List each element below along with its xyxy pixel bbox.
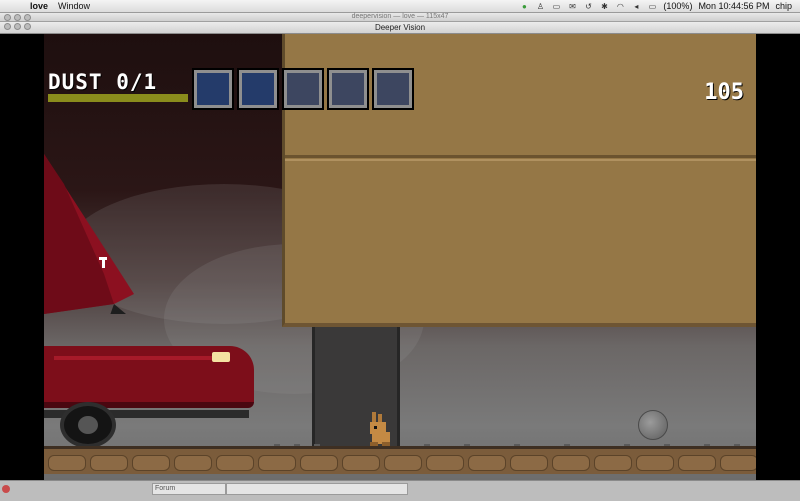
close-button[interactable]	[4, 14, 11, 21]
inventory-slots	[192, 68, 414, 110]
battery-icon[interactable]: ▭	[647, 2, 657, 11]
menu-window[interactable]: Window	[58, 1, 90, 11]
game-window-controls	[4, 23, 31, 30]
user-name[interactable]: chip	[775, 1, 792, 11]
minimize-button[interactable]	[14, 23, 21, 30]
inventory-slot-empty	[282, 68, 324, 110]
evernote-icon[interactable]: ●	[519, 2, 529, 11]
clock[interactable]: Mon 10:44:56 PM	[698, 1, 769, 11]
ground-floor	[44, 446, 756, 474]
time-machine-icon[interactable]: ↺	[583, 2, 593, 11]
close-button[interactable]	[4, 23, 11, 30]
adium-icon[interactable]: ♙	[535, 2, 545, 11]
car-shine	[54, 356, 224, 360]
text-field[interactable]	[226, 483, 408, 495]
dust-progress-bar	[48, 94, 188, 102]
building-ledge-highlight	[285, 159, 756, 161]
car-open-hood	[44, 154, 134, 314]
mail-icon[interactable]: ✉	[567, 2, 577, 11]
terminal-window-titlebar[interactable]: deepervision — love — 115x47	[0, 13, 800, 22]
inventory-slot-empty	[372, 68, 414, 110]
terminal-window-title: deepervision — love — 115x47	[351, 13, 449, 20]
wheel-hub	[78, 416, 98, 434]
battery-percent: (100%)	[663, 1, 693, 11]
dust-progress-fill	[48, 94, 188, 102]
display-icon[interactable]: ▭	[551, 2, 561, 11]
terminal-window-controls	[4, 14, 31, 21]
game-viewport[interactable]: DUST 0/1 105	[0, 34, 800, 480]
volume-icon[interactable]: ◂	[631, 2, 641, 11]
inventory-slot-empty	[327, 68, 369, 110]
zoom-button[interactable]	[24, 23, 31, 30]
level-timer: 105	[704, 80, 744, 105]
menu-bar: love Window ● ♙ ▭ ✉ ↺ ✱ ◠ ◂ ▭ (100%) Mon…	[0, 0, 800, 13]
dust-bunny-enemy	[638, 410, 668, 440]
bluetooth-icon[interactable]: ✱	[599, 2, 609, 11]
inventory-slot-filled	[237, 68, 279, 110]
building-ledge	[285, 155, 756, 158]
player-rabbit	[370, 412, 390, 446]
inventory-slot-filled	[192, 68, 234, 110]
minimize-button[interactable]	[14, 14, 21, 21]
car-headlight	[212, 352, 230, 362]
zoom-button[interactable]	[24, 14, 31, 21]
game-window-titlebar[interactable]: Deeper Vision	[0, 22, 800, 34]
background-window-strip: Forum	[0, 480, 800, 501]
game-window-title: Deeper Vision	[374, 23, 426, 32]
dust-counter: DUST 0/1	[48, 70, 158, 94]
forum-field[interactable]: Forum	[152, 483, 226, 495]
wifi-icon[interactable]: ◠	[615, 2, 625, 11]
status-tray: ● ♙ ▭ ✉ ↺ ✱ ◠ ◂ ▭ (100%) Mon 10:44:56 PM…	[519, 0, 792, 12]
record-icon[interactable]	[2, 485, 10, 493]
menu-app-love[interactable]: love	[30, 1, 48, 11]
